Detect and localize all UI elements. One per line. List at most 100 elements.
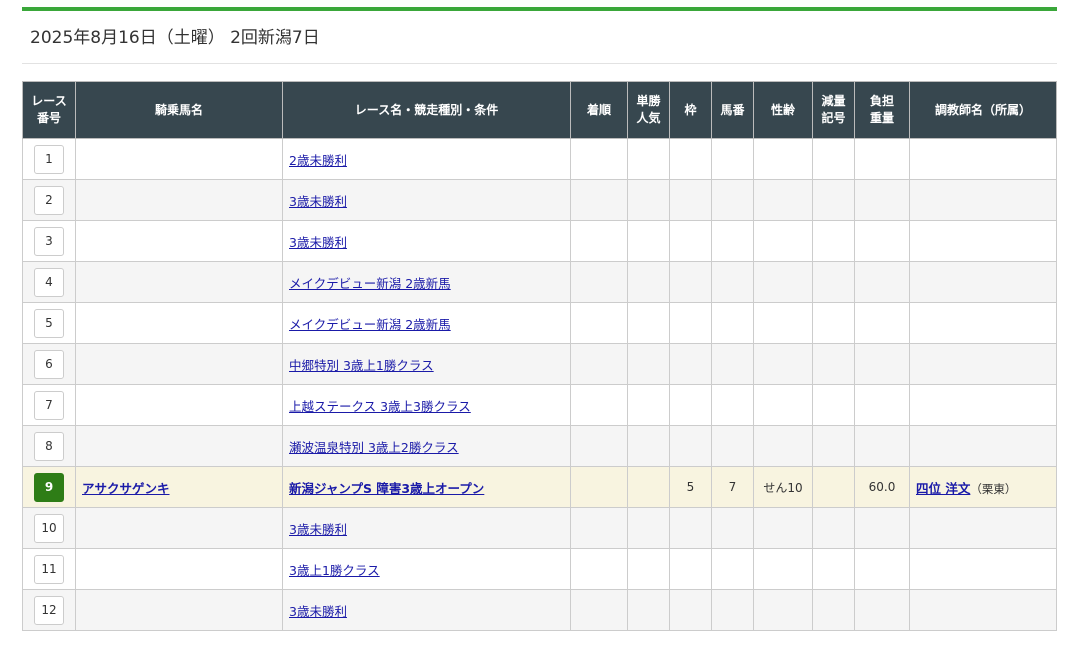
race-number-button[interactable]: 11 (34, 554, 64, 584)
table-row: 3 3歳未勝利 (22, 220, 1057, 262)
header-label: 調教師名（所属） (934, 102, 1031, 117)
horse-cell (75, 589, 283, 631)
race-cell: 3歳未勝利 (282, 589, 571, 631)
sex-age-cell (753, 220, 813, 262)
weight-reduction-cell (812, 548, 855, 590)
weight-reduction-cell (812, 302, 855, 344)
race-number-button[interactable]: 10 (34, 513, 64, 543)
sex-age-cell (753, 507, 813, 549)
race-number-button[interactable]: 9 (34, 472, 64, 502)
race-number-button[interactable]: 4 (34, 267, 64, 297)
race-link[interactable]: 瀬波温泉特別 3歳上2勝クラス (289, 440, 459, 455)
race-link[interactable]: 中郷特別 3歳上1勝クラス (289, 358, 434, 373)
trainer-cell: 四位 洋文（栗東） (909, 466, 1057, 508)
carried-weight-cell (854, 507, 910, 549)
finish-cell (570, 384, 628, 426)
race-cell: 3歳上1勝クラス (282, 548, 571, 590)
race-number-button[interactable]: 7 (34, 390, 64, 420)
header-label: 馬番 (720, 102, 745, 117)
sex-age-cell (753, 548, 813, 590)
race-link[interactable]: 3歳未勝利 (289, 194, 347, 209)
carried-weight-cell (854, 343, 910, 385)
race-number-button[interactable]: 1 (34, 144, 64, 174)
finish-cell (570, 220, 628, 262)
carried-weight-cell (854, 548, 910, 590)
table-row: 11 3歳上1勝クラス (22, 548, 1057, 590)
weight-reduction-cell (812, 138, 855, 180)
sex-age-cell (753, 138, 813, 180)
race-number-button[interactable]: 5 (34, 308, 64, 338)
horse-number-cell: 7 (711, 466, 754, 508)
race-number-button[interactable]: 8 (34, 431, 64, 461)
race-link[interactable]: 3歳未勝利 (289, 604, 347, 619)
finish-cell (570, 179, 628, 221)
popularity-cell (627, 179, 670, 221)
race-link[interactable]: メイクデビュー新潟 2歳新馬 (289, 276, 451, 291)
race-number-cell: 1 (22, 138, 76, 180)
horse-link[interactable]: アサクサゲンキ (82, 481, 170, 496)
header-frame: 枠 (669, 81, 712, 139)
race-link[interactable]: 3歳未勝利 (289, 522, 347, 537)
popularity-cell (627, 507, 670, 549)
header-horse-number: 馬番 (711, 81, 754, 139)
frame-cell (669, 507, 712, 549)
sex-age-cell: せん10 (753, 466, 813, 508)
horse-cell (75, 343, 283, 385)
race-cell: メイクデビュー新潟 2歳新馬 (282, 261, 571, 303)
horse-cell (75, 179, 283, 221)
horse-number-cell (711, 179, 754, 221)
race-cell: メイクデビュー新潟 2歳新馬 (282, 302, 571, 344)
table-row: 5 メイクデビュー新潟 2歳新馬 (22, 302, 1057, 344)
header-label: レース名・競走種別・条件 (354, 102, 499, 117)
frame-cell (669, 384, 712, 426)
race-number-cell: 12 (22, 589, 76, 631)
race-link[interactable]: 3歳上1勝クラス (289, 563, 380, 578)
trainer-cell (909, 548, 1057, 590)
finish-cell (570, 466, 628, 508)
race-link[interactable]: 新潟ジャンプS 障害3歳上オープン (289, 481, 484, 496)
finish-cell (570, 261, 628, 303)
race-number-button[interactable]: 3 (34, 226, 64, 256)
finish-cell (570, 343, 628, 385)
table-row: 7 上越ステークス 3歳上3勝クラス (22, 384, 1057, 426)
popularity-cell (627, 548, 670, 590)
horse-cell (75, 384, 283, 426)
trainer-cell (909, 179, 1057, 221)
race-number-cell: 9 (22, 466, 76, 508)
popularity-cell (627, 425, 670, 467)
trainer-cell (909, 384, 1057, 426)
frame-cell (669, 261, 712, 303)
header-label: 騎乗馬名 (154, 102, 203, 117)
trainer-cell (909, 261, 1057, 303)
horse-cell (75, 548, 283, 590)
table-row: 10 3歳未勝利 (22, 507, 1057, 549)
header-label: 番号 (36, 111, 61, 125)
race-cell: 上越ステークス 3歳上3勝クラス (282, 384, 571, 426)
race-number-cell: 3 (22, 220, 76, 262)
finish-cell (570, 425, 628, 467)
trainer-cell (909, 589, 1057, 631)
horse-cell (75, 302, 283, 344)
race-number-button[interactable]: 12 (34, 595, 64, 625)
race-link[interactable]: 3歳未勝利 (289, 235, 347, 250)
race-link[interactable]: メイクデビュー新潟 2歳新馬 (289, 317, 451, 332)
popularity-cell (627, 302, 670, 344)
frame-cell (669, 179, 712, 221)
horse-cell (75, 220, 283, 262)
race-cell: 中郷特別 3歳上1勝クラス (282, 343, 571, 385)
trainer-link[interactable]: 四位 洋文 (916, 481, 970, 496)
frame-cell (669, 548, 712, 590)
weight-reduction-cell (812, 425, 855, 467)
popularity-cell (627, 343, 670, 385)
race-link[interactable]: 2歳未勝利 (289, 153, 347, 168)
header-carried-weight: 負担 重量 (854, 81, 910, 139)
carried-weight-cell (854, 302, 910, 344)
race-cell: 2歳未勝利 (282, 138, 571, 180)
horse-number-cell (711, 507, 754, 549)
horse-number-cell (711, 589, 754, 631)
race-number-button[interactable]: 2 (34, 185, 64, 215)
race-link[interactable]: 上越ステークス 3歳上3勝クラス (289, 399, 471, 414)
table-row: 2 3歳未勝利 (22, 179, 1057, 221)
race-number-button[interactable]: 6 (34, 349, 64, 379)
header-weight-reduction: 減量 記号 (812, 81, 855, 139)
